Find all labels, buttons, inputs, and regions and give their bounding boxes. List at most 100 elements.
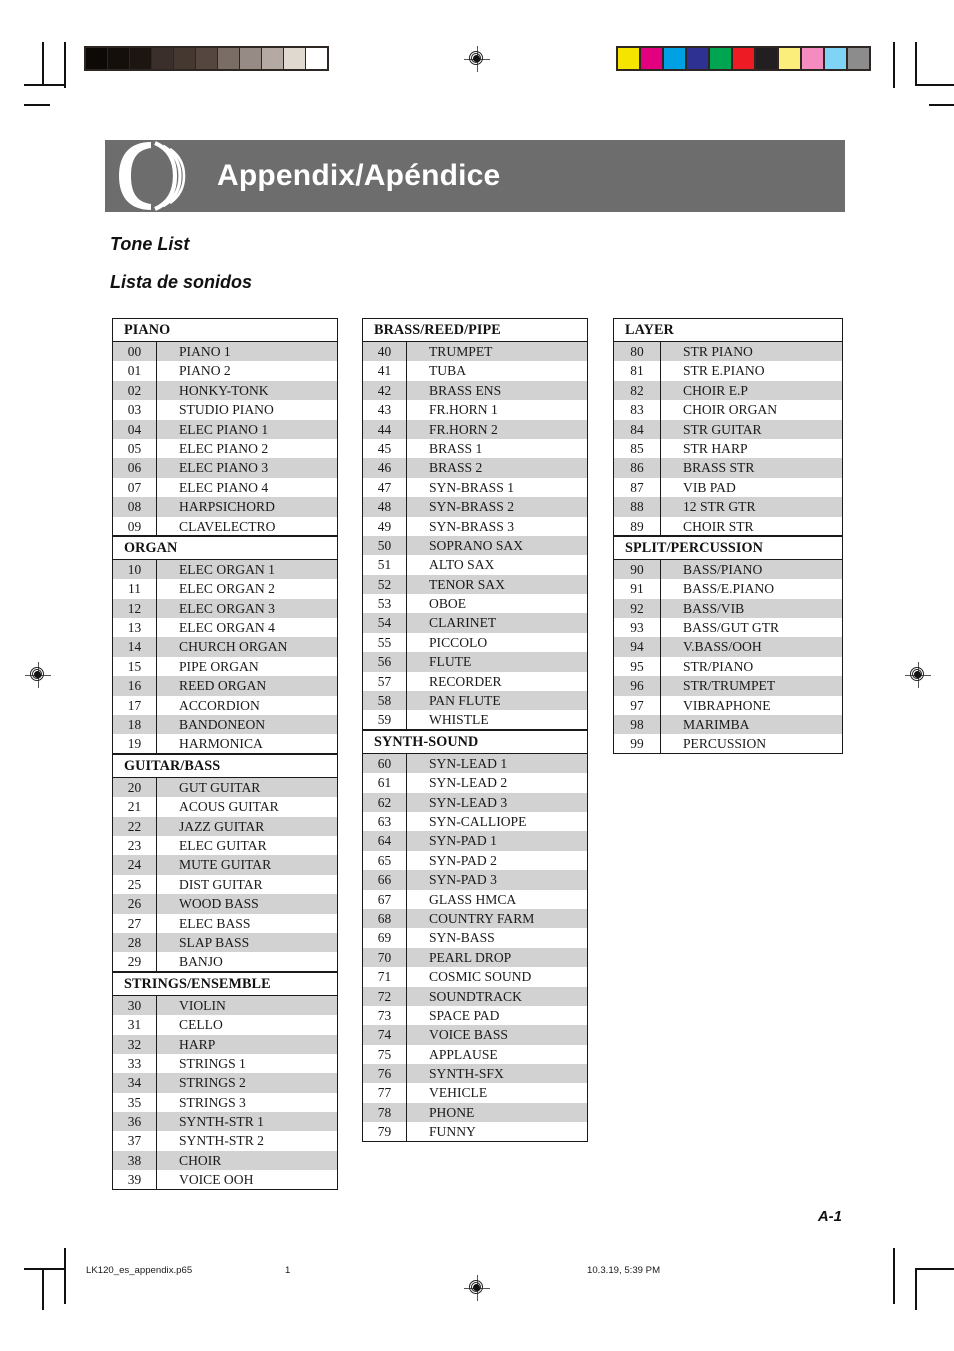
page-title: Appendix/Apéndice [217, 159, 501, 192]
tone-name: SYNTH-SFX [429, 1066, 504, 1082]
tone-name: PERCUSSION [683, 736, 767, 752]
tone-number: 35 [113, 1092, 157, 1113]
tone-name: FR.HORN 2 [429, 421, 498, 437]
tone-number: 32 [113, 1034, 157, 1054]
tone-row: 54 CLARINET [363, 613, 587, 633]
tone-number: 98 [614, 715, 661, 735]
color-swatch-2 [664, 48, 687, 69]
tone-row: 57 RECORDER [363, 671, 587, 692]
tone-name: STR PIANO [683, 344, 753, 359]
tone-number: 81 [614, 361, 661, 381]
crop-mark-bottom-right-v2 [915, 1268, 917, 1310]
tone-row: 44 FR.HORN 2 [363, 419, 587, 439]
crop-mark-top-right-h2 [929, 104, 954, 106]
tone-number: 02 [113, 380, 157, 401]
tone-number: 91 [614, 579, 661, 599]
tone-number: 09 [113, 516, 157, 535]
tone-name: CHURCH ORGAN [179, 639, 288, 655]
tone-name: JAZZ GUITAR [179, 818, 265, 834]
tone-section: STRINGS/ENSEMBLE 30 VIOLIN 31 CELLO 32 HARP 33 S… [112, 971, 338, 1190]
tone-row: 68 COUNTRY FARM [363, 908, 587, 929]
tone-name: SYN-PAD 3 [429, 872, 497, 888]
tone-row: 67 GLASS HMCA [363, 889, 587, 909]
crop-mark-top-right-h [915, 84, 954, 86]
tone-number: 62 [363, 792, 407, 812]
tone-number: 21 [113, 797, 157, 817]
tone-row: 63 SYN-CALLIOPE [363, 811, 587, 832]
tone-row: 27 ELEC BASS [113, 913, 337, 933]
tone-number: 36 [113, 1112, 157, 1132]
gray-swatch-10 [306, 48, 327, 69]
tone-name: BRASS 2 [429, 460, 483, 476]
tone-name: BANDONEON [179, 717, 266, 733]
tone-row: 61 SYN-LEAD 2 [363, 773, 587, 793]
tone-row: 35 STRINGS 3 [113, 1092, 337, 1113]
tone-name: VIB PAD [683, 479, 736, 495]
tone-row: 64 SYN-PAD 1 [363, 831, 587, 851]
tone-name: PEARL DROP [429, 949, 512, 965]
tone-name: ELEC PIANO 2 [179, 440, 269, 456]
tone-number: 04 [113, 419, 157, 439]
tone-name: HARPSICHORD [179, 499, 275, 515]
tone-name: TRUMPET [429, 344, 493, 359]
tone-section-heading: SPLIT/PERCUSSION [614, 536, 842, 560]
tone-row: 89 CHOIR STR [614, 516, 842, 536]
tone-row: 96 STR/TRUMPET [614, 676, 842, 696]
tone-number: 94 [614, 637, 661, 657]
tone-name: ACCORDION [179, 697, 260, 713]
gray-swatch-8 [262, 48, 284, 69]
crop-mark-bottom-left-v [42, 1268, 44, 1310]
tone-name: VIOLIN [179, 997, 226, 1013]
tone-row: 42 BRASS ENS [363, 380, 587, 401]
tone-number: 33 [113, 1053, 157, 1074]
tone-row: 08 HARPSICHORD [113, 497, 337, 517]
tone-name: CHOIR ORGAN [683, 402, 778, 418]
tone-section: PIANO 00 PIANO 1 01 PIANO 2 02 HONKY-TONK 03 STU… [112, 318, 338, 536]
tone-number: 67 [363, 889, 407, 909]
registration-mark-bottom-center [464, 1275, 490, 1301]
tone-number: 92 [614, 598, 661, 619]
tone-row: 80 STR PIANO [614, 342, 842, 362]
tone-row: 75 APPLAUSE [363, 1044, 587, 1065]
tone-number: 89 [614, 516, 661, 535]
tone-name: MUTE GUITAR [179, 857, 272, 873]
tone-name: PAN FLUTE [429, 693, 501, 709]
tone-row: 60 SYN-LEAD 1 [363, 753, 587, 774]
tone-number: 46 [363, 458, 407, 478]
tone-name: VOICE BASS [429, 1027, 508, 1043]
crop-mark-top-left-h [24, 84, 64, 86]
tone-number: 58 [363, 691, 407, 711]
tone-row: 49 SYN-BRASS 3 [363, 516, 587, 536]
tone-number: 28 [113, 932, 157, 953]
tone-number: 49 [363, 516, 407, 536]
tone-row: 11 ELEC ORGAN 2 [113, 579, 337, 599]
tone-name: PICCOLO [429, 634, 488, 650]
color-swatch-1 [641, 48, 664, 69]
tone-row: 22 JAZZ GUITAR [113, 816, 337, 836]
tone-name: HARP [179, 1036, 216, 1052]
tone-name: CLAVELECTRO [179, 518, 276, 534]
tone-number: 31 [113, 1015, 157, 1035]
tone-row: 72 SOUNDTRACK [363, 986, 587, 1006]
color-swatch-0 [618, 48, 641, 69]
registration-mark-top-center [464, 46, 490, 72]
tone-number: 95 [614, 656, 661, 677]
tone-name: SYN-BRASS 2 [429, 499, 514, 515]
tone-row: 51 ALTO SAX [363, 555, 587, 575]
tone-section-heading: SYNTH-SOUND [363, 730, 587, 754]
tone-row: 59 WHISTLE [363, 710, 587, 730]
tone-row: 32 HARP [113, 1034, 337, 1054]
gray-swatch-6 [218, 48, 240, 69]
tone-name: SOPRANO SAX [429, 537, 524, 553]
tone-name: PIANO 2 [179, 363, 231, 379]
tone-number: 43 [363, 400, 407, 420]
registration-mark-left-middle [25, 662, 51, 688]
tone-row: 07 ELEC PIANO 4 [113, 477, 337, 498]
tone-name: ELEC ORGAN 4 [179, 620, 275, 636]
tone-number: 47 [363, 477, 407, 498]
document-page: Appendix/Apéndice Tone List Lista de son… [0, 0, 954, 1351]
tone-number: 06 [113, 458, 157, 478]
tone-name: SYN-CALLIOPE [429, 813, 527, 829]
tone-section: SPLIT/PERCUSSION 90 BASS/PIANO 91 BASS/E.PIA… [613, 535, 843, 754]
crop-mark-top-right-v2 [915, 42, 917, 84]
